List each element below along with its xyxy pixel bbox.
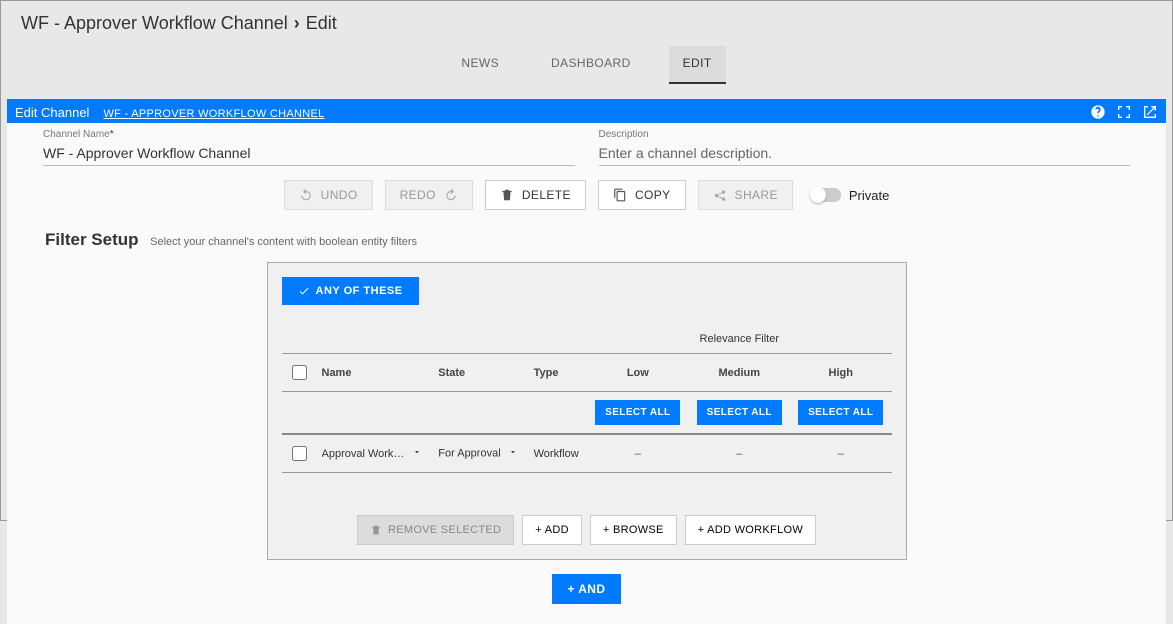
undo-button: UNDO <box>284 180 373 210</box>
col-state: State <box>432 354 527 392</box>
col-name: Name <box>316 354 433 392</box>
browse-button[interactable]: + BROWSE <box>590 515 677 545</box>
panel-title: Edit Channel <box>15 105 89 123</box>
any-of-these-button[interactable]: ANY OF THESE <box>282 277 419 305</box>
breadcrumb: WF - Approver Workflow Channel › Edit <box>1 1 1172 40</box>
private-toggle-wrap: Private <box>811 188 889 203</box>
chevron-down-icon[interactable] <box>508 447 518 460</box>
chevron-down-icon[interactable] <box>412 447 422 460</box>
undo-icon <box>299 188 313 202</box>
col-medium: Medium <box>689 354 790 392</box>
col-type: Type <box>528 354 587 392</box>
row-medium[interactable]: – <box>689 434 790 473</box>
col-high: High <box>790 354 892 392</box>
row-checkbox[interactable] <box>292 446 307 461</box>
and-button[interactable]: + AND <box>552 574 622 604</box>
trash-icon <box>500 188 514 202</box>
tab-dashboard[interactable]: DASHBOARD <box>537 46 645 84</box>
tab-edit[interactable]: EDIT <box>669 46 726 84</box>
filter-actions: REMOVE SELECTED + ADD + BROWSE + ADD WOR… <box>282 515 892 545</box>
remove-selected-button: REMOVE SELECTED <box>357 515 514 545</box>
filter-box: ANY OF THESE Relevance Filter Name State… <box>267 262 907 560</box>
check-icon <box>298 285 310 297</box>
tab-news[interactable]: NEWS <box>447 46 513 84</box>
share-button: SHARE <box>698 180 793 210</box>
redo-icon <box>444 188 458 202</box>
col-low: Low <box>587 354 688 392</box>
breadcrumb-root: WF - Approver Workflow Channel <box>21 13 288 34</box>
filter-setup-title: Filter Setup <box>45 230 139 249</box>
panel-header: Edit Channel WF - APPROVER WORKFLOW CHAN… <box>7 99 1166 123</box>
delete-button[interactable]: DELETE <box>485 180 586 210</box>
select-all-checkbox[interactable] <box>292 365 307 380</box>
breadcrumb-page: Edit <box>306 13 337 34</box>
channel-desc-input[interactable] <box>599 143 1131 163</box>
channel-name-label: Channel Name* <box>43 129 575 140</box>
add-button[interactable]: + ADD <box>522 515 582 545</box>
tab-bar: NEWS DASHBOARD EDIT <box>1 40 1172 85</box>
fullscreen-icon[interactable] <box>1116 104 1132 120</box>
select-all-low-button[interactable]: SELECT ALL <box>595 400 680 425</box>
channel-desc-field: Description <box>599 129 1131 166</box>
private-label: Private <box>849 188 889 203</box>
trash-icon <box>370 524 382 536</box>
share-icon <box>713 188 727 202</box>
row-type: Workflow <box>528 434 587 473</box>
redo-button: REDO <box>385 180 473 210</box>
copy-icon <box>613 188 627 202</box>
channel-name-input[interactable] <box>43 143 575 163</box>
filter-grid: Relevance Filter Name State Type Low Med… <box>282 325 892 489</box>
relevance-header: Relevance Filter <box>587 325 891 354</box>
select-all-high-button[interactable]: SELECT ALL <box>798 400 883 425</box>
breadcrumb-sep-icon: › <box>294 13 300 34</box>
filter-setup-subtitle: Select your channel's content with boole… <box>150 236 417 248</box>
help-icon[interactable] <box>1090 104 1106 120</box>
add-workflow-button[interactable]: + ADD WORKFLOW <box>685 515 816 545</box>
row-state[interactable]: For Approval <box>438 447 500 459</box>
channel-desc-label: Description <box>599 129 1131 140</box>
edit-panel: Edit Channel WF - APPROVER WORKFLOW CHAN… <box>7 99 1166 624</box>
open-new-icon[interactable] <box>1142 104 1158 120</box>
channel-name-field: Channel Name* <box>43 129 575 166</box>
action-toolbar: UNDO REDO DELETE COPY SHARE Private <box>43 180 1130 210</box>
copy-button[interactable]: COPY <box>598 180 686 210</box>
row-high[interactable]: – <box>790 434 892 473</box>
select-all-medium-button[interactable]: SELECT ALL <box>697 400 782 425</box>
private-toggle[interactable] <box>811 188 841 202</box>
row-low[interactable]: – <box>587 434 688 473</box>
row-name[interactable]: Approval Work… <box>322 448 405 460</box>
panel-subtitle[interactable]: WF - APPROVER WORKFLOW CHANNEL <box>103 108 324 123</box>
